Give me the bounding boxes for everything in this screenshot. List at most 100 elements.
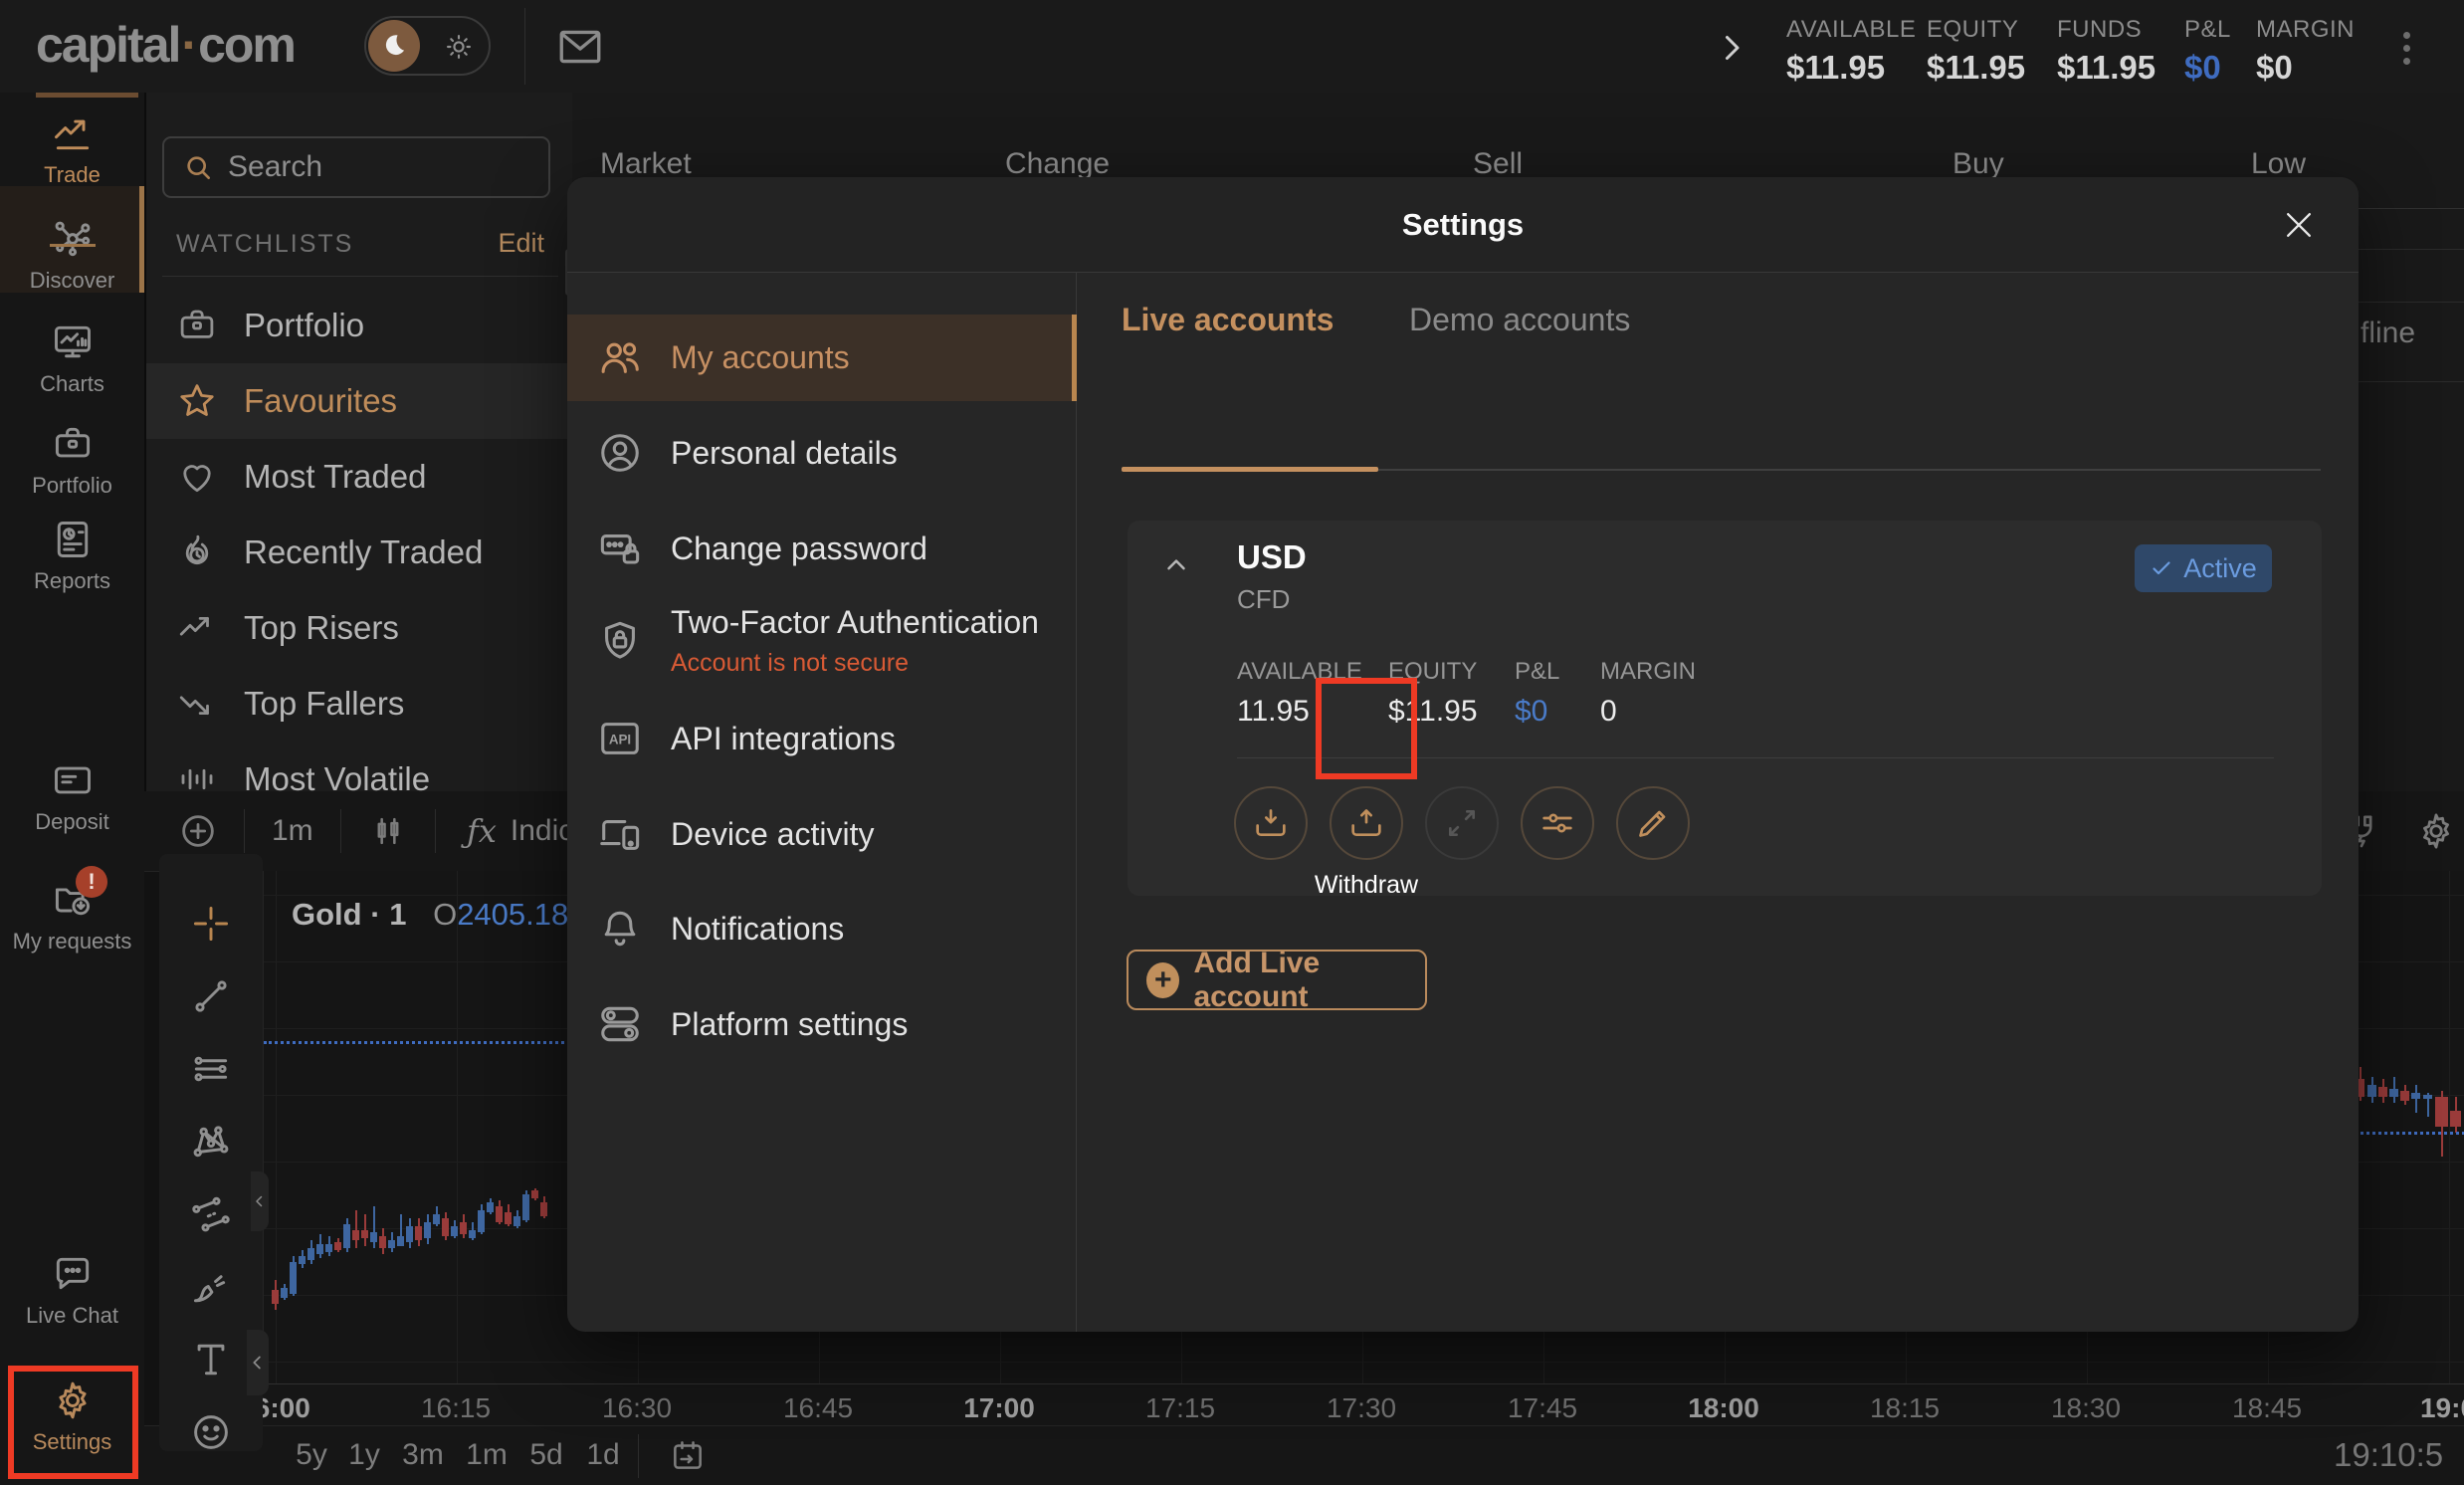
deposit-button[interactable] (1234, 786, 1308, 860)
stat-margin: MARGIN $0 (2256, 16, 2355, 87)
watchlist-item-label: Recently Traded (244, 533, 483, 571)
time-axis[interactable]: 16:0016:1516:3016:4517:0017:1517:3017:45… (263, 1383, 2464, 1426)
time-tick: 18:00 (1688, 1392, 1759, 1424)
watchlist-item-top-risers[interactable]: Top Risers (146, 590, 574, 666)
stat-value: 0 (1600, 695, 1696, 729)
tab-live-accounts[interactable]: Live accounts (1122, 302, 1334, 338)
draw-tool-crosshair-icon[interactable] (188, 901, 234, 947)
settings-nav-notifications[interactable]: Notifications (567, 886, 1077, 971)
toolbar-collapse-handle[interactable] (251, 1171, 269, 1231)
theme-toggle[interactable] (364, 16, 491, 76)
candle-body (290, 1262, 297, 1294)
range-button-5d[interactable]: 5d (529, 1438, 562, 1472)
sidebar-item-trade[interactable]: Trade (0, 111, 144, 188)
sidebar-item-discover[interactable]: Discover (0, 217, 144, 294)
range-button-1y[interactable]: 1y (348, 1438, 380, 1472)
draw-tool-xabcd-icon[interactable] (188, 1119, 234, 1165)
sidebar-item-my-requests[interactable]: ! My requests (0, 878, 144, 955)
draw-tool-text-icon[interactable] (188, 1337, 234, 1382)
time-tick: 18:30 (2051, 1392, 2121, 1424)
draw-tool-brush-icon[interactable] (188, 1264, 234, 1310)
settings-nav-platform-settings[interactable]: Platform settings (567, 981, 1077, 1067)
alert-badge: ! (76, 866, 107, 898)
settings-nav-api-integrations[interactable]: API API integrations (567, 696, 1077, 781)
watchlist-item-most-volatile[interactable]: Most Volatile (146, 742, 574, 791)
time-tick: 16:15 (421, 1392, 491, 1424)
add-live-account-button[interactable]: + Add Live account (1127, 950, 1427, 1010)
settings-nav-change-password[interactable]: Change password (567, 506, 1077, 591)
account-settings-button[interactable] (1521, 786, 1594, 860)
candle-body (442, 1218, 449, 1236)
edit-button[interactable] (1616, 786, 1690, 860)
watchlist-item-favourites[interactable]: Favourites (146, 363, 574, 439)
requests-icon: ! (0, 878, 144, 922)
draw-tool-hlines-icon[interactable] (188, 1046, 234, 1092)
sidebar-item-label: Trade (0, 162, 144, 188)
sidebar-item-label: Discover (0, 268, 144, 294)
chevron-right-icon[interactable] (1714, 30, 1749, 66)
trade-icon (0, 111, 144, 155)
candle-style-icon[interactable] (369, 791, 407, 871)
watchlists-edit-link[interactable]: Edit (498, 228, 544, 259)
clock: 19:10:5 (2334, 1436, 2464, 1474)
range-button-1m[interactable]: 1m (466, 1438, 508, 1472)
watchlist-item-top-fallers[interactable]: Top Fallers (146, 666, 574, 742)
watchlist-item-recently-traded[interactable]: Recently Traded (146, 515, 574, 590)
range-button-1d[interactable]: 1d (586, 1438, 619, 1472)
chevron-up-icon[interactable] (1161, 550, 1191, 580)
watchlist-item-label: Most Traded (244, 458, 426, 496)
axis-collapse-handle[interactable] (247, 1330, 269, 1395)
search-input[interactable]: Search (162, 136, 550, 198)
settings-modal: Settings My accounts Personal details Ch… (567, 177, 2359, 1332)
range-button-3m[interactable]: 3m (402, 1438, 444, 1472)
sidebar-item-live-chat[interactable]: Live Chat (0, 1252, 144, 1329)
watchlist-item-portfolio[interactable]: Portfolio (146, 288, 574, 363)
heart-icon (176, 456, 218, 498)
account-currency: USD (1237, 538, 1307, 576)
price-dotted-line (264, 1041, 582, 1044)
go-to-date-icon[interactable] (669, 1436, 707, 1474)
range-button-5y[interactable]: 5y (296, 1438, 327, 1472)
settings-nav-my-accounts[interactable]: My accounts (567, 315, 1077, 400)
stat-equity: EQUITY $11.95 (1927, 16, 2025, 87)
draw-tool-channel-icon[interactable] (188, 1191, 234, 1237)
candle-body (2423, 1095, 2432, 1099)
settings-nav-two-factor-authentication[interactable]: Two-Factor AuthenticationAccount is not … (567, 598, 1077, 684)
shield-icon (597, 618, 643, 664)
mail-icon[interactable] (555, 22, 605, 72)
sun-icon[interactable] (443, 31, 475, 63)
watchlists-header: WATCHLISTS (176, 230, 353, 259)
stat-value: $11.95 (1786, 49, 1916, 87)
nav-item-label: Platform settings (671, 1006, 908, 1043)
nav-item-label: Personal details (671, 435, 898, 472)
settings-nav-device-activity[interactable]: Device activity (567, 791, 1077, 877)
moon-icon[interactable] (368, 20, 420, 72)
withdraw-button[interactable] (1330, 786, 1403, 860)
chart-settings-gear-icon[interactable] (2415, 791, 2457, 871)
transfer-button[interactable] (1425, 786, 1499, 860)
draw-tool-smiley-icon[interactable] (188, 1409, 234, 1455)
candle-body (2411, 1093, 2420, 1099)
watchlist-item-most-traded[interactable]: Most Traded (146, 439, 574, 515)
indicators-button[interactable]: ƒx Indic (467, 791, 573, 871)
candle-body (379, 1236, 386, 1248)
sidebar-item-deposit[interactable]: Deposit (0, 758, 144, 835)
flame-icon (176, 531, 218, 573)
settings-nav-personal-details[interactable]: Personal details (567, 410, 1077, 496)
time-tick: 17:00 (963, 1392, 1035, 1424)
bars-icon (176, 758, 218, 791)
tab-demo-accounts[interactable]: Demo accounts (1409, 302, 1630, 338)
kebab-menu-icon[interactable] (2396, 26, 2416, 71)
traydown-icon (1251, 803, 1291, 843)
interval-button[interactable]: 1m (272, 791, 313, 871)
sidebar-item-reports[interactable]: Reports (0, 518, 144, 594)
sidebar-item-portfolio[interactable]: Portfolio (0, 422, 144, 499)
search-icon (182, 151, 214, 183)
sidebar-item-charts[interactable]: Charts (0, 320, 144, 397)
stat-value: $0 (2184, 49, 2231, 87)
divider (162, 276, 558, 277)
settings-nav: My accounts Personal details Change pass… (567, 272, 1077, 1332)
close-icon[interactable] (2275, 201, 2323, 249)
draw-tool-trendline-icon[interactable] (188, 973, 234, 1019)
discover-icon (0, 217, 144, 261)
